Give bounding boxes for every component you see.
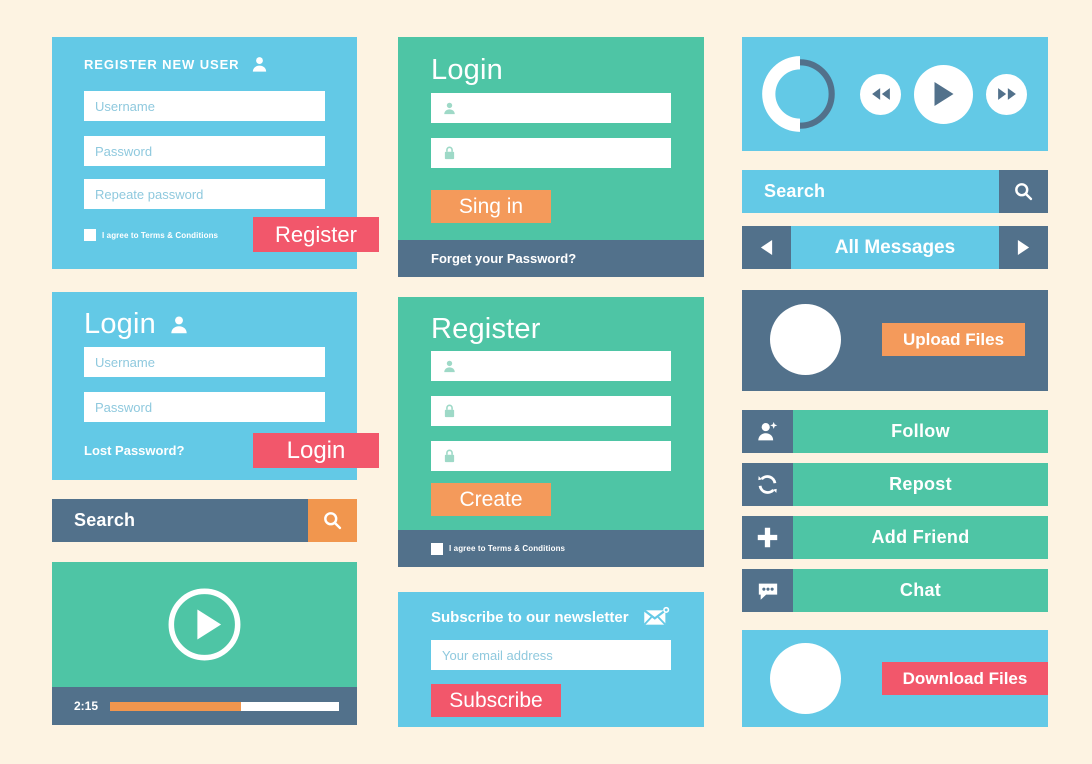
lock-icon (442, 403, 457, 419)
register-terms-label: I agree to Terms & Conditions (102, 230, 219, 240)
follow-button[interactable]: Follow (742, 410, 1048, 453)
chat-button[interactable]: Chat (742, 569, 1048, 612)
search-right-button[interactable] (999, 170, 1048, 213)
register-mid-terms-label: I agree to Terms & Conditions (449, 544, 566, 553)
login-left-title: Login (84, 308, 156, 340)
media-controls-panel (742, 37, 1048, 151)
register-mid-title: Register (431, 313, 541, 345)
register-password-input[interactable]: Password (84, 136, 325, 166)
login-left-username-placeholder: Username (95, 354, 155, 370)
register-card-mid: Register Create I agree to Terms & Condi… (398, 297, 704, 567)
lock-icon (442, 145, 457, 161)
user-icon (168, 314, 190, 336)
search-bar-left: Search (52, 499, 357, 542)
newsletter-email-placeholder: Your email address (442, 647, 553, 663)
upload-files-panel: Upload Files (742, 290, 1048, 391)
register-terms-checkbox-row[interactable]: I agree to Terms & Conditions (84, 229, 218, 241)
social-actions-stack: Follow Repost Add Friend Chat (742, 410, 1048, 612)
messages-label[interactable]: All Messages (791, 226, 999, 269)
repost-button[interactable]: Repost (742, 463, 1048, 506)
chevron-left-icon (759, 239, 774, 256)
add-friend-button[interactable]: Add Friend (742, 516, 1048, 559)
video-time-label: 2:15 (74, 699, 99, 713)
login-card-mid: Login Sing in Forget your Password? (398, 37, 704, 277)
search-left-button[interactable] (308, 499, 357, 542)
messages-next-button[interactable] (999, 226, 1048, 269)
register-terms-checkbox[interactable] (84, 229, 96, 241)
chevron-right-icon (1016, 239, 1031, 256)
add-friend-label: Add Friend (793, 516, 1048, 559)
upload-files-button[interactable]: Upload Files (882, 323, 1025, 356)
search-icon (1013, 181, 1034, 202)
envelope-icon (643, 606, 670, 629)
messages-nav-bar: All Messages (742, 226, 1048, 269)
video-controls-bar: 2:15 (52, 687, 357, 725)
search-right-input[interactable]: Search (742, 170, 999, 213)
login-left-username-input[interactable]: Username (84, 347, 325, 377)
lock-icon (442, 448, 457, 464)
chat-bubble-icon (742, 569, 793, 612)
plus-icon (742, 516, 793, 559)
newsletter-subscribe-button[interactable]: Subscribe (431, 684, 561, 717)
login-card-left: Login Username Password Lost Password? L… (52, 292, 379, 480)
download-files-panel: Download Files (742, 630, 1048, 727)
login-left-password-placeholder: Password (95, 399, 153, 415)
newsletter-card: Subscribe to our newsletter Your email a… (398, 592, 704, 727)
login-mid-title: Login (431, 54, 503, 86)
upload-icon[interactable] (770, 304, 841, 375)
login-mid-password-input[interactable] (431, 138, 671, 168)
login-mid-submit-button[interactable]: Sing in (431, 190, 551, 223)
register-mid-terms-checkbox[interactable] (431, 542, 443, 555)
register-repeat-password-input[interactable]: Repeate password (84, 179, 325, 209)
repost-icon (742, 463, 793, 506)
register-username-placeholder: Username (95, 98, 155, 114)
register-submit-button[interactable]: Register (253, 217, 379, 252)
follow-label: Follow (793, 410, 1048, 453)
user-icon (442, 359, 457, 374)
register-mid-footer: I agree to Terms & Conditions (398, 530, 704, 567)
user-icon (250, 55, 269, 74)
repost-label: Repost (793, 463, 1048, 506)
video-progress-fill (110, 701, 241, 711)
rewind-button[interactable] (860, 73, 901, 115)
register-mid-username-input[interactable] (431, 351, 671, 381)
register-mid-password-input[interactable] (431, 396, 671, 426)
forget-password-link[interactable]: Forget your Password? (431, 251, 576, 266)
register-new-user-title: REGISTER NEW USER (84, 57, 240, 72)
register-repeat-password-placeholder: Repeate password (95, 186, 204, 202)
register-password-placeholder: Password (95, 143, 153, 159)
download-files-button[interactable]: Download Files (882, 662, 1048, 695)
newsletter-title: Subscribe to our newsletter (431, 609, 629, 626)
ui-kit-canvas: REGISTER NEW USER Username Password Repe… (0, 0, 1092, 764)
download-icon[interactable] (770, 643, 841, 714)
video-progress-bar[interactable] (110, 701, 339, 711)
search-icon (322, 510, 343, 531)
chat-label: Chat (793, 569, 1048, 612)
search-bar-right: Search (742, 170, 1048, 213)
search-left-input[interactable]: Search (52, 499, 308, 542)
login-left-password-input[interactable]: Password (84, 392, 325, 422)
register-username-input[interactable]: Username (84, 91, 325, 121)
video-stage (52, 562, 357, 687)
messages-prev-button[interactable] (742, 226, 791, 269)
lost-password-link[interactable]: Lost Password? (84, 443, 184, 458)
play-icon[interactable] (165, 585, 244, 664)
login-mid-username-input[interactable] (431, 93, 671, 123)
circular-progress-icon (756, 50, 844, 138)
login-left-submit-button[interactable]: Login (253, 433, 379, 468)
register-mid-submit-button[interactable]: Create (431, 483, 551, 516)
register-mid-repeat-input[interactable] (431, 441, 671, 471)
fast-forward-button[interactable] (986, 73, 1027, 115)
register-new-user-card: REGISTER NEW USER Username Password Repe… (52, 37, 379, 269)
user-icon (442, 101, 457, 116)
newsletter-email-input[interactable]: Your email address (431, 640, 671, 670)
video-player-card: 2:15 (52, 562, 357, 725)
add-user-icon (742, 410, 793, 453)
login-mid-footer: Forget your Password? (398, 240, 704, 277)
play-button[interactable] (914, 64, 973, 124)
